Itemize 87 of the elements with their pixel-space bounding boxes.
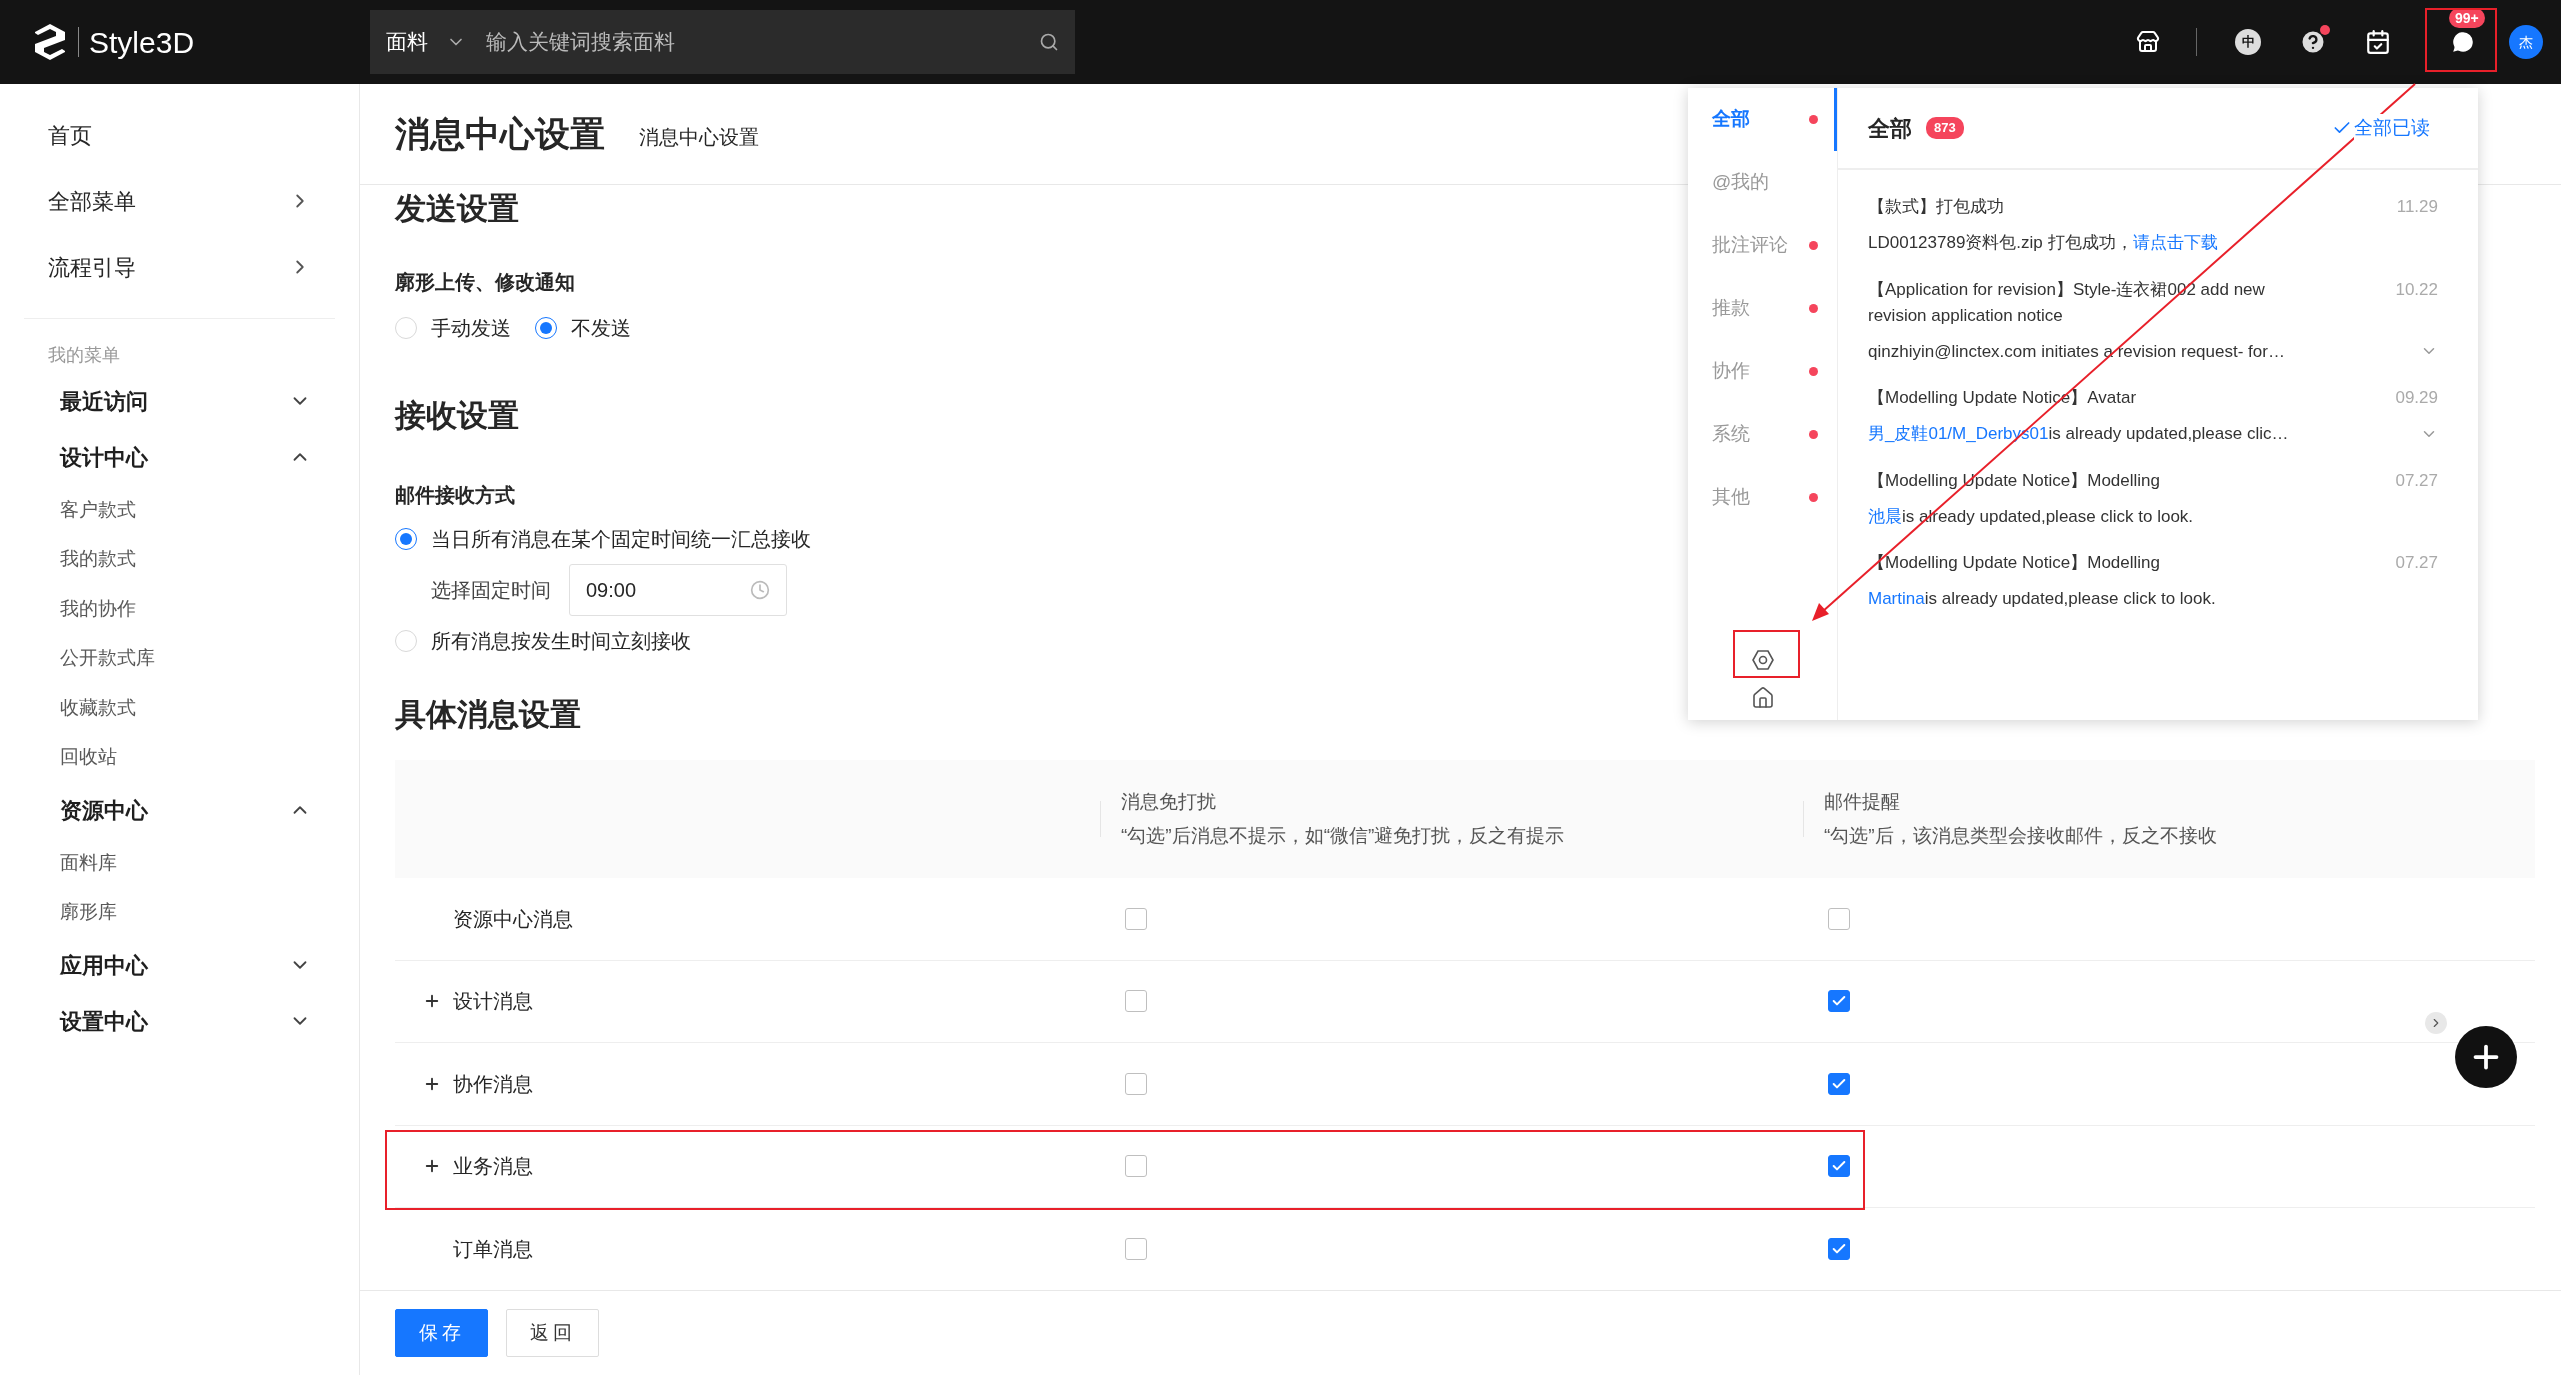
field-label: 廓形上传、修改通知 <box>395 270 575 295</box>
menu-item[interactable]: 首页 <box>0 102 359 168</box>
submenu-item[interactable]: 我的协作 <box>0 584 359 634</box>
breadcrumb: 消息中心设置 <box>639 125 759 150</box>
calendar-check-icon[interactable] <box>2365 29 2391 55</box>
radio-label: 不发送 <box>571 316 631 341</box>
back-button[interactable]: 返回 <box>506 1309 599 1357</box>
checkbox[interactable] <box>1828 1155 1850 1178</box>
radio-label: 手动发送 <box>431 316 511 341</box>
link[interactable]: 请点击下载 <box>2132 233 2218 252</box>
search-icon[interactable] <box>1039 32 1059 52</box>
field-label: 邮件接收方式 <box>395 482 515 508</box>
checkbox[interactable] <box>1125 907 1147 930</box>
time-picker[interactable]: 09:00 <box>569 563 787 616</box>
checkbox[interactable] <box>1125 990 1147 1013</box>
column-title: 消息免打扰 <box>1121 789 1217 814</box>
menu-item[interactable]: 流程引导 <box>0 234 359 300</box>
store-icon[interactable] <box>2136 30 2160 54</box>
checkbox[interactable] <box>1828 907 1850 930</box>
table-cell-text: 协作消息 <box>453 1071 533 1097</box>
count-badge: 873 <box>1926 117 1964 139</box>
menu-group[interactable]: 应用中心 <box>0 937 359 993</box>
table-cell-text: 订单消息 <box>453 1236 533 1262</box>
column-subtitle: “勾选”后消息不提示，如“微信”避免打扰，反之有提示 <box>1121 824 1565 848</box>
column-title: 邮件提醒 <box>1824 789 1901 814</box>
menu-group[interactable]: 资源中心 <box>0 782 359 838</box>
field-label: 选择固定时间 <box>431 577 551 603</box>
notification-date: 11.29 <box>2396 196 2438 218</box>
radio-button[interactable] <box>535 317 557 339</box>
menu-group[interactable]: 设置中心 <box>0 993 359 1049</box>
logo-icon <box>32 22 68 62</box>
checkbox[interactable] <box>1828 1237 1850 1260</box>
notification-date: 09.29 <box>2395 387 2438 409</box>
section-label: 我的菜单 <box>47 343 121 367</box>
checkbox[interactable] <box>1828 990 1850 1013</box>
checkbox[interactable] <box>1125 1072 1147 1095</box>
search-field[interactable]: 面料 输入关键词搜索面料 <box>370 10 1075 74</box>
table-cell-text: 业务消息 <box>453 1154 533 1180</box>
category-dropdown[interactable]: 面料 <box>386 26 466 58</box>
scroll-right-button[interactable] <box>2425 1012 2447 1034</box>
menu-item[interactable]: 全部菜单 <box>0 168 359 234</box>
table-cell-text: 设计消息 <box>453 989 533 1015</box>
section-heading: 具体消息设置 <box>395 695 581 734</box>
mark-all-read-link[interactable]: 全部已读 <box>2354 113 2430 143</box>
radio-button[interactable] <box>395 527 417 550</box>
notification-date: 07.27 <box>2395 552 2438 574</box>
submenu-item[interactable]: 回收站 <box>0 732 359 782</box>
category-tab[interactable]: 全部 <box>1688 88 1837 151</box>
checkbox[interactable] <box>1125 1237 1147 1260</box>
message-icon[interactable] <box>2450 29 2476 55</box>
notification-text: LD00123789资料包.zip 打包成功，请点击下载 <box>1868 232 2218 254</box>
notification-date: 07.27 <box>2395 469 2438 492</box>
notification-title: 【款式】打包成功 <box>1868 196 2004 218</box>
language-button[interactable]: 中 <box>2235 29 2261 55</box>
link[interactable]: 池晨 <box>1868 506 1902 526</box>
submenu-item[interactable]: 面料库 <box>0 838 359 888</box>
annotation-box <box>2425 8 2497 72</box>
menu-group[interactable]: 最近访问 <box>0 373 359 429</box>
submenu-item[interactable]: 公开款式库 <box>0 633 359 683</box>
section-heading: 发送设置 <box>395 190 519 228</box>
link[interactable]: Martina <box>1868 589 1925 608</box>
section-heading: 接收设置 <box>395 397 519 435</box>
checkbox[interactable] <box>1828 1072 1850 1095</box>
message-badge: 99+ <box>2449 8 2485 28</box>
notification-date: 10.22 <box>2395 278 2438 301</box>
checkbox[interactable] <box>1125 1155 1147 1178</box>
radio-label: 所有消息按发生时间立刻接收 <box>431 628 691 654</box>
column-subtitle: “勾选”后，该消息类型会接收邮件，反之不接收 <box>1824 824 2217 848</box>
table-cell-text: 资源中心消息 <box>453 906 573 932</box>
notification-text: Martinais already updated,please click to look. <box>1868 588 2216 610</box>
help-icon[interactable] <box>2299 28 2327 56</box>
submenu-item[interactable]: 我的款式 <box>0 534 359 584</box>
menu-group[interactable]: 设计中心 <box>0 429 359 485</box>
page-title: 消息中心设置 <box>395 112 605 155</box>
panel-title: 全部 <box>1868 114 1912 143</box>
notification-item[interactable]: 【款式】打包成功 11.29 LD00123789资料包.zip 打包成功，请点击下载 <box>1868 194 2438 256</box>
save-button[interactable]: 保存 <box>395 1309 488 1357</box>
radio-label: 当日所有消息在某个固定时间统一汇总接收 <box>431 526 811 552</box>
submenu-item[interactable]: 收藏款式 <box>0 683 359 733</box>
home-icon[interactable] <box>1750 686 1775 710</box>
logo-text: Style3D <box>89 24 195 61</box>
submenu-item[interactable]: 客户款式 <box>0 485 359 535</box>
settings-icon[interactable] <box>1750 648 1775 672</box>
annotation-box <box>1733 630 1800 678</box>
clock-icon <box>750 579 770 600</box>
submenu-item[interactable]: 廓形库 <box>0 887 359 937</box>
user-avatar[interactable]: 杰 <box>2509 25 2543 59</box>
